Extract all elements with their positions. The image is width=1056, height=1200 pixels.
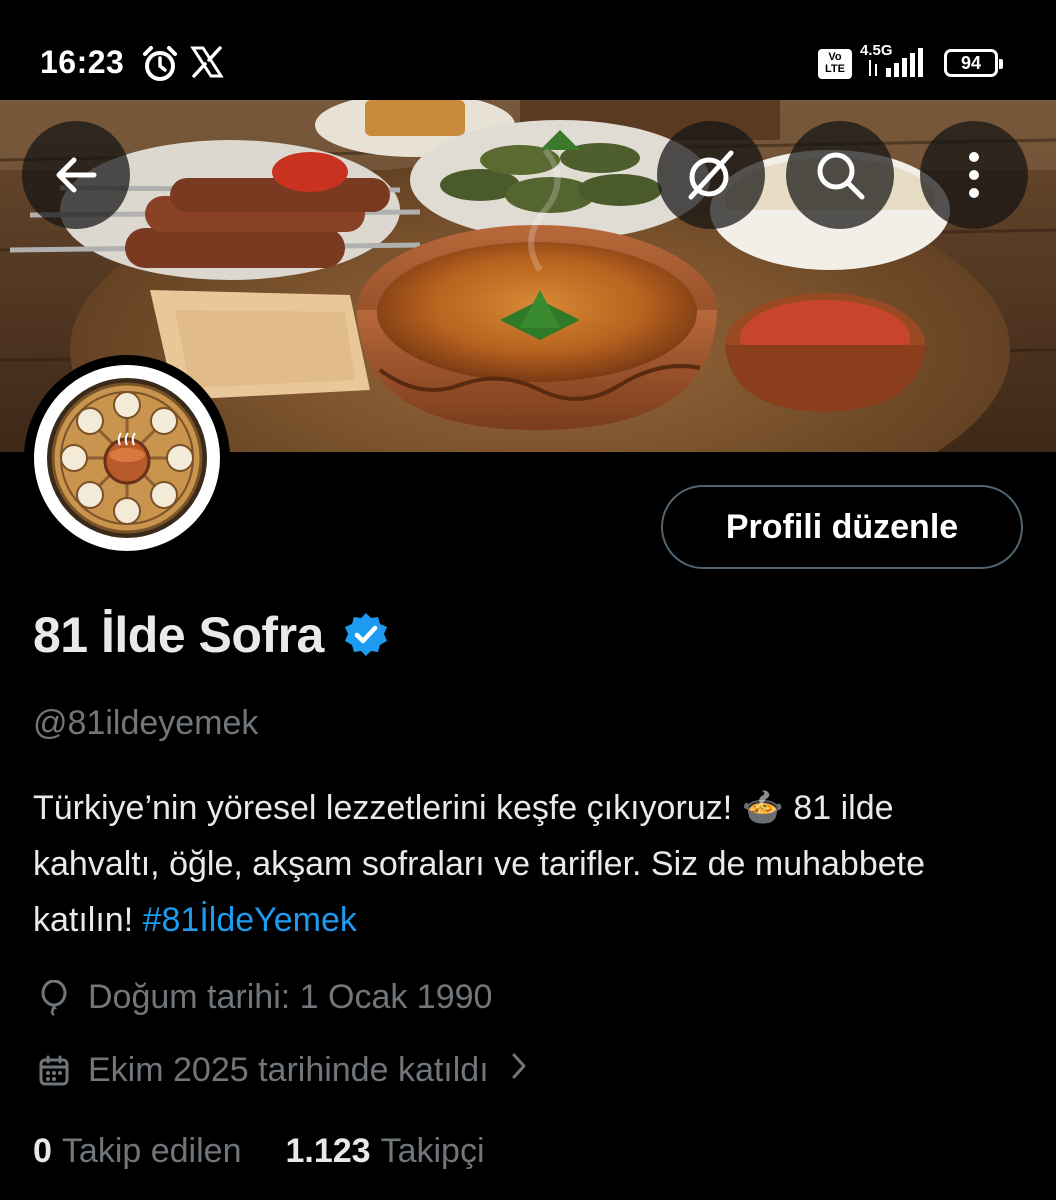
volte-icon: Vo LTE [818,49,852,79]
search-icon [817,152,865,200]
status-time: 16:23 [40,44,125,80]
profile-bio: Türkiye’nin yöresel lezzetlerini keşfe ç… [33,780,1023,948]
avatar[interactable] [24,355,230,561]
grok-icon [688,150,734,200]
display-name: 81 İlde Sofra [33,607,324,663]
back-arrow-icon [56,157,97,193]
battery-icon: 94 [944,49,1003,77]
search-button[interactable] [786,121,894,229]
profile-name-row: 81 İlde Sofra [33,606,390,664]
following-count: 0 [33,1132,52,1170]
status-bar: 16:23 Vo LTE 4.5G 94 [0,0,1056,100]
signal-icon [866,48,930,83]
birth-date-row: Doğum tarihi: 1 Ocak 1990 [36,978,492,1017]
birth-date-text: Doğum tarihi: 1 Ocak 1990 [88,978,493,1016]
x-logo-icon [190,45,224,84]
following-label: Takip edilen [61,1132,242,1170]
grok-button[interactable] [657,121,765,229]
followers-count: 1.123 [285,1132,371,1170]
back-button[interactable] [22,121,130,229]
more-options-button[interactable] [920,121,1028,229]
follow-stats: 0 Takip edilen 1.123 Takipçi [33,1132,529,1171]
calendar-icon [36,1053,72,1089]
following-link[interactable]: 0 Takip edilen [33,1132,241,1171]
chevron-right-icon [509,1050,529,1091]
edit-profile-button[interactable]: Profili düzenle [661,485,1023,569]
balloon-icon [36,979,72,1016]
followers-label: Takipçi [380,1132,485,1170]
verified-badge-icon[interactable] [342,611,390,664]
profile-handle: @81ildeyemek [33,704,259,742]
bio-hashtag-link[interactable]: #81İldeYemek [143,901,357,939]
avatar-image [34,365,220,551]
alarm-icon [140,44,180,89]
joined-date-row[interactable]: Ekim 2025 tarihinde katıldı [36,1050,529,1091]
joined-date-text: Ekim 2025 tarihinde katıldı [88,1051,489,1089]
more-vertical-icon [969,152,979,198]
followers-link[interactable]: 1.123 Takipçi [285,1132,484,1171]
